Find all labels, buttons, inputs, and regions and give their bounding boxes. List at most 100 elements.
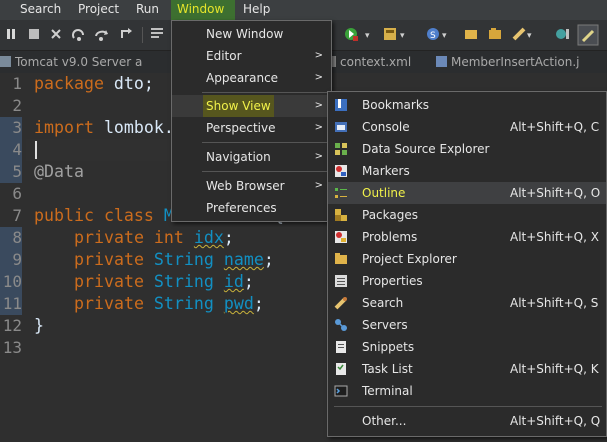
view-item-properties[interactable]: Properties <box>328 270 606 292</box>
submenu-arrow-icon: > <box>314 100 323 111</box>
code-line-1: package dto; <box>34 73 154 95</box>
tab-member-insert-action[interactable]: MemberInsertAction.j <box>436 51 580 73</box>
code-token: ; <box>253 294 264 313</box>
menu-help[interactable]: Help <box>243 0 270 20</box>
view-item-project-explorer[interactable]: Project Explorer <box>328 248 606 270</box>
run-icon[interactable] <box>345 28 358 41</box>
menu-item-show-view[interactable]: Show View > <box>172 95 331 117</box>
packages-icon <box>335 209 347 221</box>
menu-item-appearance[interactable]: Appearance > <box>172 67 331 89</box>
menu-run[interactable]: Run <box>136 0 159 20</box>
line-number: 10 <box>0 271 22 293</box>
menu-separator <box>334 406 602 407</box>
code-token: } <box>34 316 44 335</box>
menu-search[interactable]: Search <box>20 0 61 20</box>
line-number: 3 <box>0 117 22 139</box>
view-item-terminal[interactable]: Terminal <box>328 380 606 402</box>
new-server-icon[interactable] <box>384 28 396 40</box>
new-server-dropdown-icon: ▾ <box>400 31 405 41</box>
view-item-markers[interactable]: Markers <box>328 160 606 182</box>
pause-icon[interactable] <box>7 29 15 39</box>
server-icon <box>0 56 11 67</box>
view-item-outline[interactable]: Outline Alt+Shift+Q, O <box>328 182 606 204</box>
menu-item-editor[interactable]: Editor > <box>172 45 331 67</box>
outline-icon <box>335 188 347 198</box>
view-item-other[interactable]: Other... Alt+Shift+Q, Q <box>328 410 606 432</box>
view-item-snippets[interactable]: Snippets <box>328 336 606 358</box>
line-number: 1 <box>12 74 22 93</box>
line-number: 4 <box>0 139 22 161</box>
open-folder-icon[interactable] <box>489 28 501 39</box>
menu-project[interactable]: Project <box>78 0 119 20</box>
keyword-token: package <box>34 74 104 93</box>
line-number: 13 <box>2 338 22 357</box>
type-token: int <box>143 228 184 247</box>
stop-icon[interactable] <box>29 29 39 39</box>
view-item-packages[interactable]: Packages <box>328 204 606 226</box>
menu-item-perspective[interactable]: Perspective > <box>172 117 331 139</box>
submenu-arrow-icon: > <box>314 122 323 133</box>
code-line-3: import lombok. <box>34 117 174 139</box>
view-item-console[interactable]: Console Alt+Shift+Q, C <box>328 116 606 138</box>
new-folder-icon[interactable] <box>465 30 477 39</box>
menu-item-web-browser[interactable]: Web Browser > <box>172 175 331 197</box>
field-name-token: id <box>223 272 244 291</box>
servers-icon <box>335 319 347 331</box>
menu-item-preferences[interactable]: Preferences <box>172 197 331 219</box>
brush-icon[interactable] <box>512 27 526 41</box>
menu-window[interactable]: Window <box>171 0 235 20</box>
view-item-task-list[interactable]: Task List Alt+Shift+Q, K <box>328 358 606 380</box>
code-line-5: @Data <box>34 161 84 183</box>
line-number: 5 <box>0 161 22 183</box>
menu-item-new-window[interactable]: New Window <box>172 23 331 45</box>
open-type-dropdown-icon[interactable]: ▾ <box>442 31 447 41</box>
field-name-token: idx <box>193 228 224 247</box>
brush-dropdown-icon: ▾ <box>527 31 532 41</box>
terminal-icon <box>334 385 348 397</box>
view-item-problems[interactable]: Problems Alt+Shift+Q, X <box>328 226 606 248</box>
pen-tool-icon[interactable] <box>577 24 599 46</box>
keyword-token: private <box>74 272 144 291</box>
problems-icon <box>335 231 347 243</box>
keyword-token: private <box>74 250 144 269</box>
java-file-icon <box>436 56 447 67</box>
type-token: String <box>143 250 214 269</box>
view-item-servers[interactable]: Servers <box>328 314 606 336</box>
menu-item-navigation[interactable]: Navigation > <box>172 146 331 168</box>
line-number: 6 <box>12 184 22 203</box>
use-step-filters-icon[interactable] <box>151 28 163 38</box>
submenu-arrow-icon: > <box>314 180 323 191</box>
open-type-icon[interactable]: S <box>427 28 439 41</box>
line-number: 9 <box>0 249 22 271</box>
step-over-icon[interactable] <box>95 30 108 41</box>
submenu-arrow-icon: > <box>314 151 323 162</box>
step-into-icon[interactable] <box>72 29 84 41</box>
disconnect-icon[interactable] <box>51 29 61 39</box>
run-dropdown-icon[interactable]: ▾ <box>365 31 370 41</box>
view-item-data-source-explorer[interactable]: Data Source Explorer <box>328 138 606 160</box>
toggle-icon[interactable] <box>556 29 569 39</box>
view-item-search[interactable]: Search Alt+Shift+Q, S <box>328 292 606 314</box>
properties-icon <box>335 275 347 287</box>
menu-separator <box>202 171 327 172</box>
step-return-icon[interactable] <box>121 28 132 38</box>
tab-context-xml[interactable]: context.xml <box>325 51 411 73</box>
code-token: dto; <box>103 74 154 93</box>
annotation-token: @Data <box>34 162 84 181</box>
snippets-icon <box>336 341 346 353</box>
line-number: 12 <box>2 316 22 335</box>
window-menu: New Window Editor > Appearance > Show View… <box>171 20 332 222</box>
code-line-12: } <box>34 315 44 337</box>
view-item-bookmarks[interactable]: Bookmarks <box>328 94 606 116</box>
code-line-9: private String name; <box>74 249 274 271</box>
submenu-arrow-icon: > <box>314 50 323 61</box>
type-token: String <box>143 272 214 291</box>
code-token: ; <box>223 228 234 247</box>
tab-tomcat-server[interactable]: Tomcat v9.0 Server a <box>0 51 142 73</box>
svg-text:S: S <box>430 31 436 41</box>
keyword-token: import <box>34 118 94 137</box>
submenu-arrow-icon: > <box>314 72 323 83</box>
line-number: 11 <box>0 293 22 315</box>
task-list-icon <box>336 363 346 375</box>
type-token: String <box>143 294 214 313</box>
